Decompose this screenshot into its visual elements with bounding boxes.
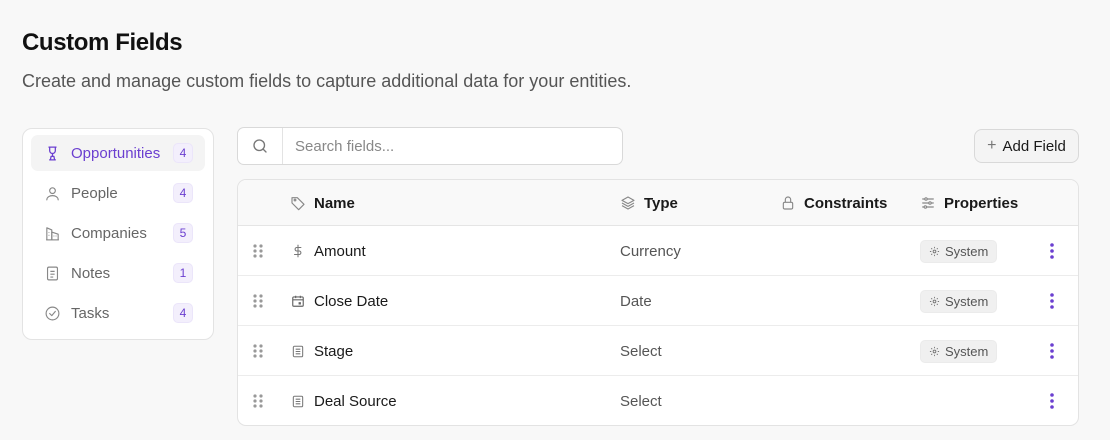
fields-table: Name Type Constraints Properties Amount … — [237, 179, 1079, 426]
layers-icon — [620, 195, 636, 211]
column-type[interactable]: Type — [620, 180, 678, 226]
more-options-icon[interactable] — [1044, 326, 1060, 376]
sidebar-item-notes[interactable]: Notes 1 — [31, 255, 205, 291]
column-name-label: Name — [314, 194, 355, 212]
search-icon — [238, 128, 283, 164]
sidebar-item-opportunities[interactable]: Opportunities 4 — [31, 135, 205, 171]
table-row[interactable]: Deal Source Select — [238, 376, 1078, 425]
column-constraints[interactable]: Constraints — [780, 180, 887, 226]
count-badge: 5 — [173, 223, 193, 243]
count-badge: 4 — [173, 303, 193, 323]
table-row[interactable]: Stage Select System — [238, 326, 1078, 376]
search-input[interactable] — [283, 137, 613, 155]
system-badge-label: System — [945, 243, 989, 259]
table-row[interactable]: Close Date Date System — [238, 276, 1078, 326]
more-options-icon[interactable] — [1044, 376, 1060, 425]
system-badge: System — [920, 289, 998, 313]
field-name: Close Date — [290, 276, 388, 326]
table-header: Name Type Constraints Properties — [238, 180, 1078, 226]
gear-icon — [929, 346, 940, 357]
column-constraints-label: Constraints — [804, 194, 888, 212]
more-options-icon[interactable] — [1044, 226, 1060, 276]
tag-icon — [290, 195, 306, 211]
page-title: Custom Fields — [22, 29, 183, 56]
field-name: Amount — [290, 226, 366, 276]
drag-handle-icon[interactable] — [251, 326, 265, 376]
trophy-icon — [43, 144, 61, 162]
lock-icon — [780, 195, 796, 211]
calendar-icon — [290, 294, 306, 308]
list-icon — [290, 344, 306, 359]
search-box — [237, 127, 623, 165]
column-type-label: Type — [644, 194, 678, 212]
drag-handle-icon[interactable] — [251, 226, 265, 276]
drag-handle-icon[interactable] — [251, 376, 265, 425]
system-badge-label: System — [945, 293, 989, 309]
column-properties[interactable]: Properties — [920, 180, 1018, 226]
sidebar-item-label: Tasks — [71, 304, 110, 322]
sliders-icon — [920, 195, 936, 211]
sidebar-item-companies[interactable]: Companies 5 — [31, 215, 205, 251]
field-properties: System — [920, 276, 998, 326]
field-name-text: Deal Source — [314, 392, 397, 410]
building-icon — [43, 224, 61, 242]
page-subtitle: Create and manage custom fields to captu… — [22, 71, 632, 91]
gear-icon — [929, 246, 940, 257]
field-properties: System — [920, 226, 998, 276]
count-badge: 1 — [173, 263, 193, 283]
sidebar-item-people[interactable]: People 4 — [31, 175, 205, 211]
dollar-icon — [290, 243, 306, 259]
column-properties-label: Properties — [944, 194, 1019, 212]
field-properties: System — [920, 326, 998, 376]
entity-sidebar: Opportunities 4 People 4 Companies 5 Not… — [22, 128, 214, 340]
field-name: Deal Source — [290, 376, 397, 425]
table-row[interactable]: Amount Currency System — [238, 226, 1078, 276]
check-circle-icon — [43, 304, 61, 322]
field-type: Currency — [620, 242, 681, 260]
count-badge: 4 — [173, 183, 193, 203]
system-badge: System — [920, 339, 998, 363]
add-field-button[interactable]: + Add Field — [974, 129, 1079, 163]
add-field-label: Add Field — [1002, 137, 1066, 155]
field-type: Select — [620, 342, 662, 360]
field-name-text: Amount — [314, 242, 366, 260]
field-name-text: Stage — [314, 342, 354, 360]
column-name[interactable]: Name — [290, 180, 355, 226]
more-options-icon[interactable] — [1044, 276, 1060, 326]
field-type: Date — [620, 292, 652, 310]
gear-icon — [929, 296, 940, 307]
person-icon — [43, 184, 61, 202]
list-icon — [290, 394, 306, 409]
field-type: Select — [620, 392, 662, 410]
sidebar-item-label: People — [71, 184, 118, 202]
drag-handle-icon[interactable] — [251, 276, 265, 326]
field-name: Stage — [290, 326, 353, 376]
sidebar-item-label: Notes — [71, 264, 111, 282]
system-badge: System — [920, 239, 998, 263]
count-badge: 4 — [173, 143, 193, 163]
sidebar-item-tasks[interactable]: Tasks 4 — [31, 295, 205, 331]
plus-icon: + — [987, 137, 997, 154]
sidebar-item-label: Opportunities — [71, 144, 161, 162]
system-badge-label: System — [945, 343, 989, 359]
sidebar-item-label: Companies — [71, 224, 147, 242]
note-icon — [43, 264, 61, 282]
field-name-text: Close Date — [314, 292, 389, 310]
